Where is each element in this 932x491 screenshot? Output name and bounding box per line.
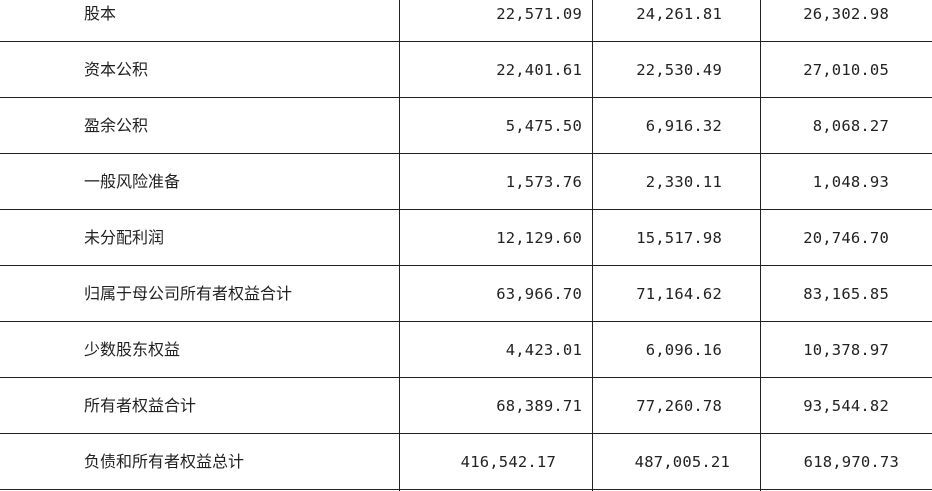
row-value-col3: 27,010.05 [803, 61, 889, 79]
row-value-col1: 63,966.70 [496, 285, 582, 303]
row-value-col1: 12,129.60 [496, 229, 582, 247]
row-value-col1: 68,389.71 [496, 397, 582, 415]
table-row: 未分配利润 12,129.60 15,517.98 20,746.70 [0, 210, 932, 266]
row-label: 归属于母公司所有者权益合计 [84, 284, 293, 303]
table-row: 归属于母公司所有者权益合计 63,966.70 71,164.62 83,165… [0, 266, 932, 322]
row-value-col1: 416,542.17 [460, 453, 556, 471]
row-label: 资本公积 [84, 60, 149, 79]
column-divider [399, 0, 400, 491]
column-divider [760, 0, 761, 491]
row-label: 负债和所有者权益总计 [84, 452, 245, 471]
row-value-col1: 22,401.61 [496, 61, 582, 79]
column-divider [592, 0, 593, 491]
row-label: 未分配利润 [84, 228, 165, 247]
row-value-col1: 1,573.76 [505, 173, 582, 191]
row-label: 少数股东权益 [84, 340, 181, 359]
row-value-col2: 487,005.21 [634, 453, 730, 471]
row-value-col3: 618,970.73 [803, 453, 899, 471]
row-label: 所有者权益合计 [84, 396, 197, 415]
row-value-col1: 22,571.09 [496, 5, 582, 23]
row-value-col1: 4,423.01 [505, 341, 582, 359]
row-value-col3: 1,048.93 [812, 173, 889, 191]
row-label: 股本 [84, 4, 117, 23]
row-label: 盈余公积 [84, 116, 149, 135]
table-row: 股本 22,571.09 24,261.81 26,302.98 [0, 0, 932, 42]
row-value-col3: 83,165.85 [803, 285, 889, 303]
row-value-col2: 6,096.16 [645, 341, 722, 359]
row-value-col3: 8,068.27 [812, 117, 889, 135]
table-row: 所有者权益合计 68,389.71 77,260.78 93,544.82 [0, 378, 932, 434]
row-value-col2: 22,530.49 [636, 61, 722, 79]
row-value-col3: 20,746.70 [803, 229, 889, 247]
table-row: 负债和所有者权益总计 416,542.17 487,005.21 618,970… [0, 434, 932, 490]
row-value-col2: 24,261.81 [636, 5, 722, 23]
row-label: 一般风险准备 [84, 172, 181, 191]
row-value-col3: 93,544.82 [803, 397, 889, 415]
row-value-col3: 26,302.98 [803, 5, 889, 23]
row-value-col2: 15,517.98 [636, 229, 722, 247]
row-value-col2: 71,164.62 [636, 285, 722, 303]
row-value-col1: 5,475.50 [505, 117, 582, 135]
row-value-col2: 6,916.32 [645, 117, 722, 135]
row-value-col3: 10,378.97 [803, 341, 889, 359]
table-row: 少数股东权益 4,423.01 6,096.16 10,378.97 [0, 322, 932, 378]
row-value-col2: 77,260.78 [636, 397, 722, 415]
table-row: 一般风险准备 1,573.76 2,330.11 1,048.93 [0, 154, 932, 210]
table-row: 盈余公积 5,475.50 6,916.32 8,068.27 [0, 98, 932, 154]
balance-sheet-table: 股本 22,571.09 24,261.81 26,302.98 资本公积 22… [0, 0, 932, 490]
row-value-col2: 2,330.11 [645, 173, 722, 191]
table-row: 资本公积 22,401.61 22,530.49 27,010.05 [0, 42, 932, 98]
